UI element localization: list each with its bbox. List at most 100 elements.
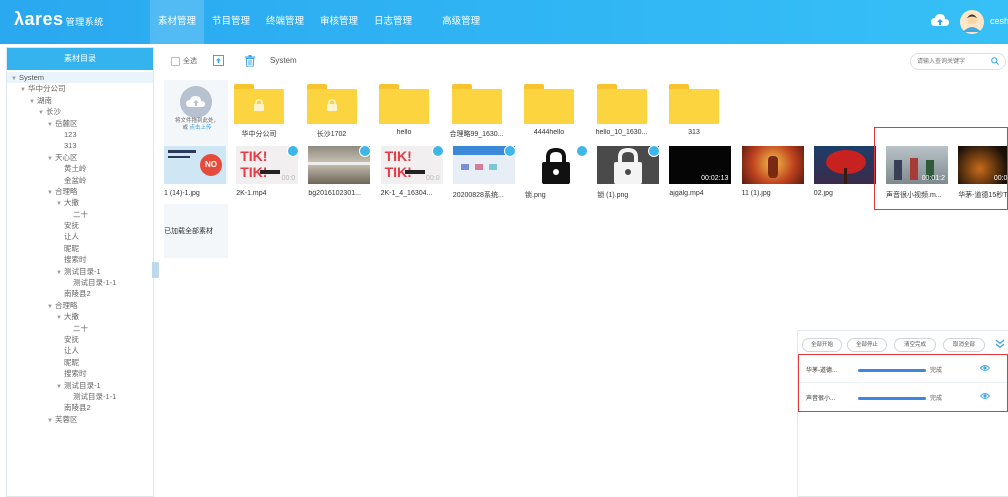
app-logo[interactable]: λares 管理系统: [14, 9, 104, 30]
tree-item[interactable]: ▼ 合理略: [7, 186, 153, 197]
tree-item[interactable]: 二十: [7, 209, 153, 220]
caret-down-icon[interactable]: ▼: [20, 85, 28, 96]
folder-item[interactable]: [306, 84, 357, 124]
tree-item[interactable]: 安抚: [7, 220, 153, 231]
username[interactable]: cesh: [990, 16, 1008, 26]
media-thumbnail[interactable]: 00:02:13: [669, 146, 732, 184]
folder-label[interactable]: hello: [368, 129, 440, 136]
folder-label[interactable]: 华中分公司: [223, 129, 295, 139]
media-label[interactable]: ajgalg.mp4: [669, 190, 703, 197]
nav-item-3[interactable]: 审核管理: [312, 0, 366, 44]
caret-down-icon[interactable]: ▼: [47, 302, 55, 313]
nav-item-1[interactable]: 节目管理: [204, 0, 258, 44]
select-all-checkbox[interactable]: [171, 57, 180, 66]
caret-down-icon[interactable]: ▼: [56, 268, 64, 279]
sidebar-collapse-handle[interactable]: [152, 262, 159, 278]
tree-item[interactable]: ▼ 岳麓区: [7, 118, 153, 129]
caret-down-icon[interactable]: ▼: [56, 199, 64, 210]
tree-item[interactable]: ▼ 华中分公司: [7, 83, 153, 94]
tree-item[interactable]: 搜索时: [7, 254, 153, 265]
tree-item[interactable]: 让人: [7, 231, 153, 242]
tree-item[interactable]: 安抚: [7, 334, 153, 345]
clear-completed-button[interactable]: 清空完成: [894, 338, 936, 352]
tree-item[interactable]: 测试目录-1-1: [7, 391, 153, 402]
caret-down-icon[interactable]: ▼: [29, 97, 37, 108]
folder-item[interactable]: [524, 84, 574, 124]
tree-item[interactable]: 二十: [7, 323, 153, 334]
cancel-all-button[interactable]: 取消全部: [943, 338, 985, 352]
cloud-upload-icon[interactable]: [930, 12, 950, 30]
folder-item[interactable]: [596, 84, 647, 124]
tree-item[interactable]: 313: [7, 140, 153, 151]
search-input[interactable]: [917, 56, 987, 67]
caret-down-icon[interactable]: ▼: [11, 74, 19, 85]
media-thumbnail[interactable]: [452, 146, 515, 184]
caret-down-icon[interactable]: ▼: [47, 188, 55, 199]
upload-icon[interactable]: [213, 55, 224, 66]
tree-item[interactable]: 昵昵: [7, 243, 153, 254]
tree-item[interactable]: ▼ 湖南: [7, 95, 153, 106]
tree-item[interactable]: ▼ 大撒: [7, 197, 153, 208]
media-thumbnail[interactable]: [741, 146, 804, 184]
media-thumbnail[interactable]: NO: [164, 146, 226, 184]
tree-item[interactable]: 金盆岭: [7, 175, 153, 186]
media-thumbnail[interactable]: TIK! TIK! 00:0: [236, 146, 299, 184]
media-label[interactable]: 2K-1.mp4: [236, 190, 266, 197]
tree-item[interactable]: 123: [7, 129, 153, 140]
chevron-double-down-icon[interactable]: [994, 338, 1006, 350]
folder-label[interactable]: 4444hello: [513, 129, 585, 136]
select-all-label[interactable]: 全选: [183, 56, 197, 66]
media-label[interactable]: 02.jpg: [814, 190, 833, 197]
stop-all-button[interactable]: 全部停止: [847, 338, 887, 352]
folder-item[interactable]: [379, 84, 429, 124]
tree-item[interactable]: ▼ 大撒: [7, 311, 153, 322]
media-label[interactable]: 11 (1).jpg: [742, 190, 771, 197]
tree-item[interactable]: 搜索时: [7, 368, 153, 379]
folder-item[interactable]: [669, 84, 719, 124]
media-label[interactable]: 20200828系统...: [453, 190, 504, 200]
nav-item-0[interactable]: 素材管理: [150, 0, 205, 44]
tree-item[interactable]: ▼ 芙蓉区: [7, 414, 153, 425]
tree-item[interactable]: 让人: [7, 345, 153, 356]
folder-label[interactable]: 313: [658, 129, 730, 136]
folder-item[interactable]: [234, 84, 284, 124]
tree-item[interactable]: 测试目录-1-1: [7, 277, 153, 288]
tree-item[interactable]: ▼ 测试目录-1: [7, 380, 153, 391]
tree-item[interactable]: ▼ System: [7, 72, 153, 85]
caret-down-icon[interactable]: ▼: [47, 154, 55, 165]
tree-item[interactable]: 黄土岭: [7, 163, 153, 174]
media-label[interactable]: 锁 (1).png: [597, 190, 628, 200]
avatar[interactable]: [960, 10, 984, 34]
start-all-button[interactable]: 全部开始: [802, 338, 842, 352]
media-label[interactable]: 2K-1_4_16304...: [381, 190, 433, 197]
nav-item-4[interactable]: 日志管理: [366, 0, 420, 44]
media-thumbnail[interactable]: [597, 146, 660, 184]
folder-item[interactable]: [451, 84, 502, 124]
caret-down-icon[interactable]: ▼: [47, 416, 55, 427]
tree-item[interactable]: 南陵县2: [7, 402, 153, 413]
media-thumbnail[interactable]: [308, 146, 371, 184]
trash-icon[interactable]: [245, 55, 255, 67]
tree-item[interactable]: 昵昵: [7, 357, 153, 368]
media-label[interactable]: 1 (14)-1.jpg: [164, 190, 200, 197]
tree-item[interactable]: ▼ 天心区: [7, 152, 153, 163]
tree-item[interactable]: ▼ 合理略: [7, 300, 153, 311]
media-thumbnail[interactable]: [813, 146, 876, 184]
click-upload-link[interactable]: 点击上传: [190, 125, 212, 131]
search-icon[interactable]: [991, 57, 999, 65]
caret-down-icon[interactable]: ▼: [56, 313, 64, 324]
media-thumbnail[interactable]: [525, 146, 587, 184]
nav-item-5[interactable]: 高级管理: [434, 0, 488, 44]
folder-label[interactable]: 合理略99_1630...: [441, 129, 513, 139]
media-label[interactable]: bg2016102301...: [308, 190, 361, 197]
media-label[interactable]: 锁.png: [525, 190, 546, 200]
caret-down-icon[interactable]: ▼: [56, 382, 64, 393]
tree-item[interactable]: ▼ 测试目录-1: [7, 266, 153, 277]
caret-down-icon[interactable]: ▼: [38, 108, 46, 119]
folder-label[interactable]: 长沙1702: [296, 129, 368, 139]
folder-label[interactable]: hello_10_1630...: [586, 129, 658, 136]
nav-item-2[interactable]: 终端管理: [258, 0, 312, 44]
tree-item[interactable]: 南陵县2: [7, 288, 153, 299]
media-thumbnail[interactable]: TIK! TIK! 00:0: [380, 146, 443, 184]
caret-down-icon[interactable]: ▼: [47, 120, 55, 131]
